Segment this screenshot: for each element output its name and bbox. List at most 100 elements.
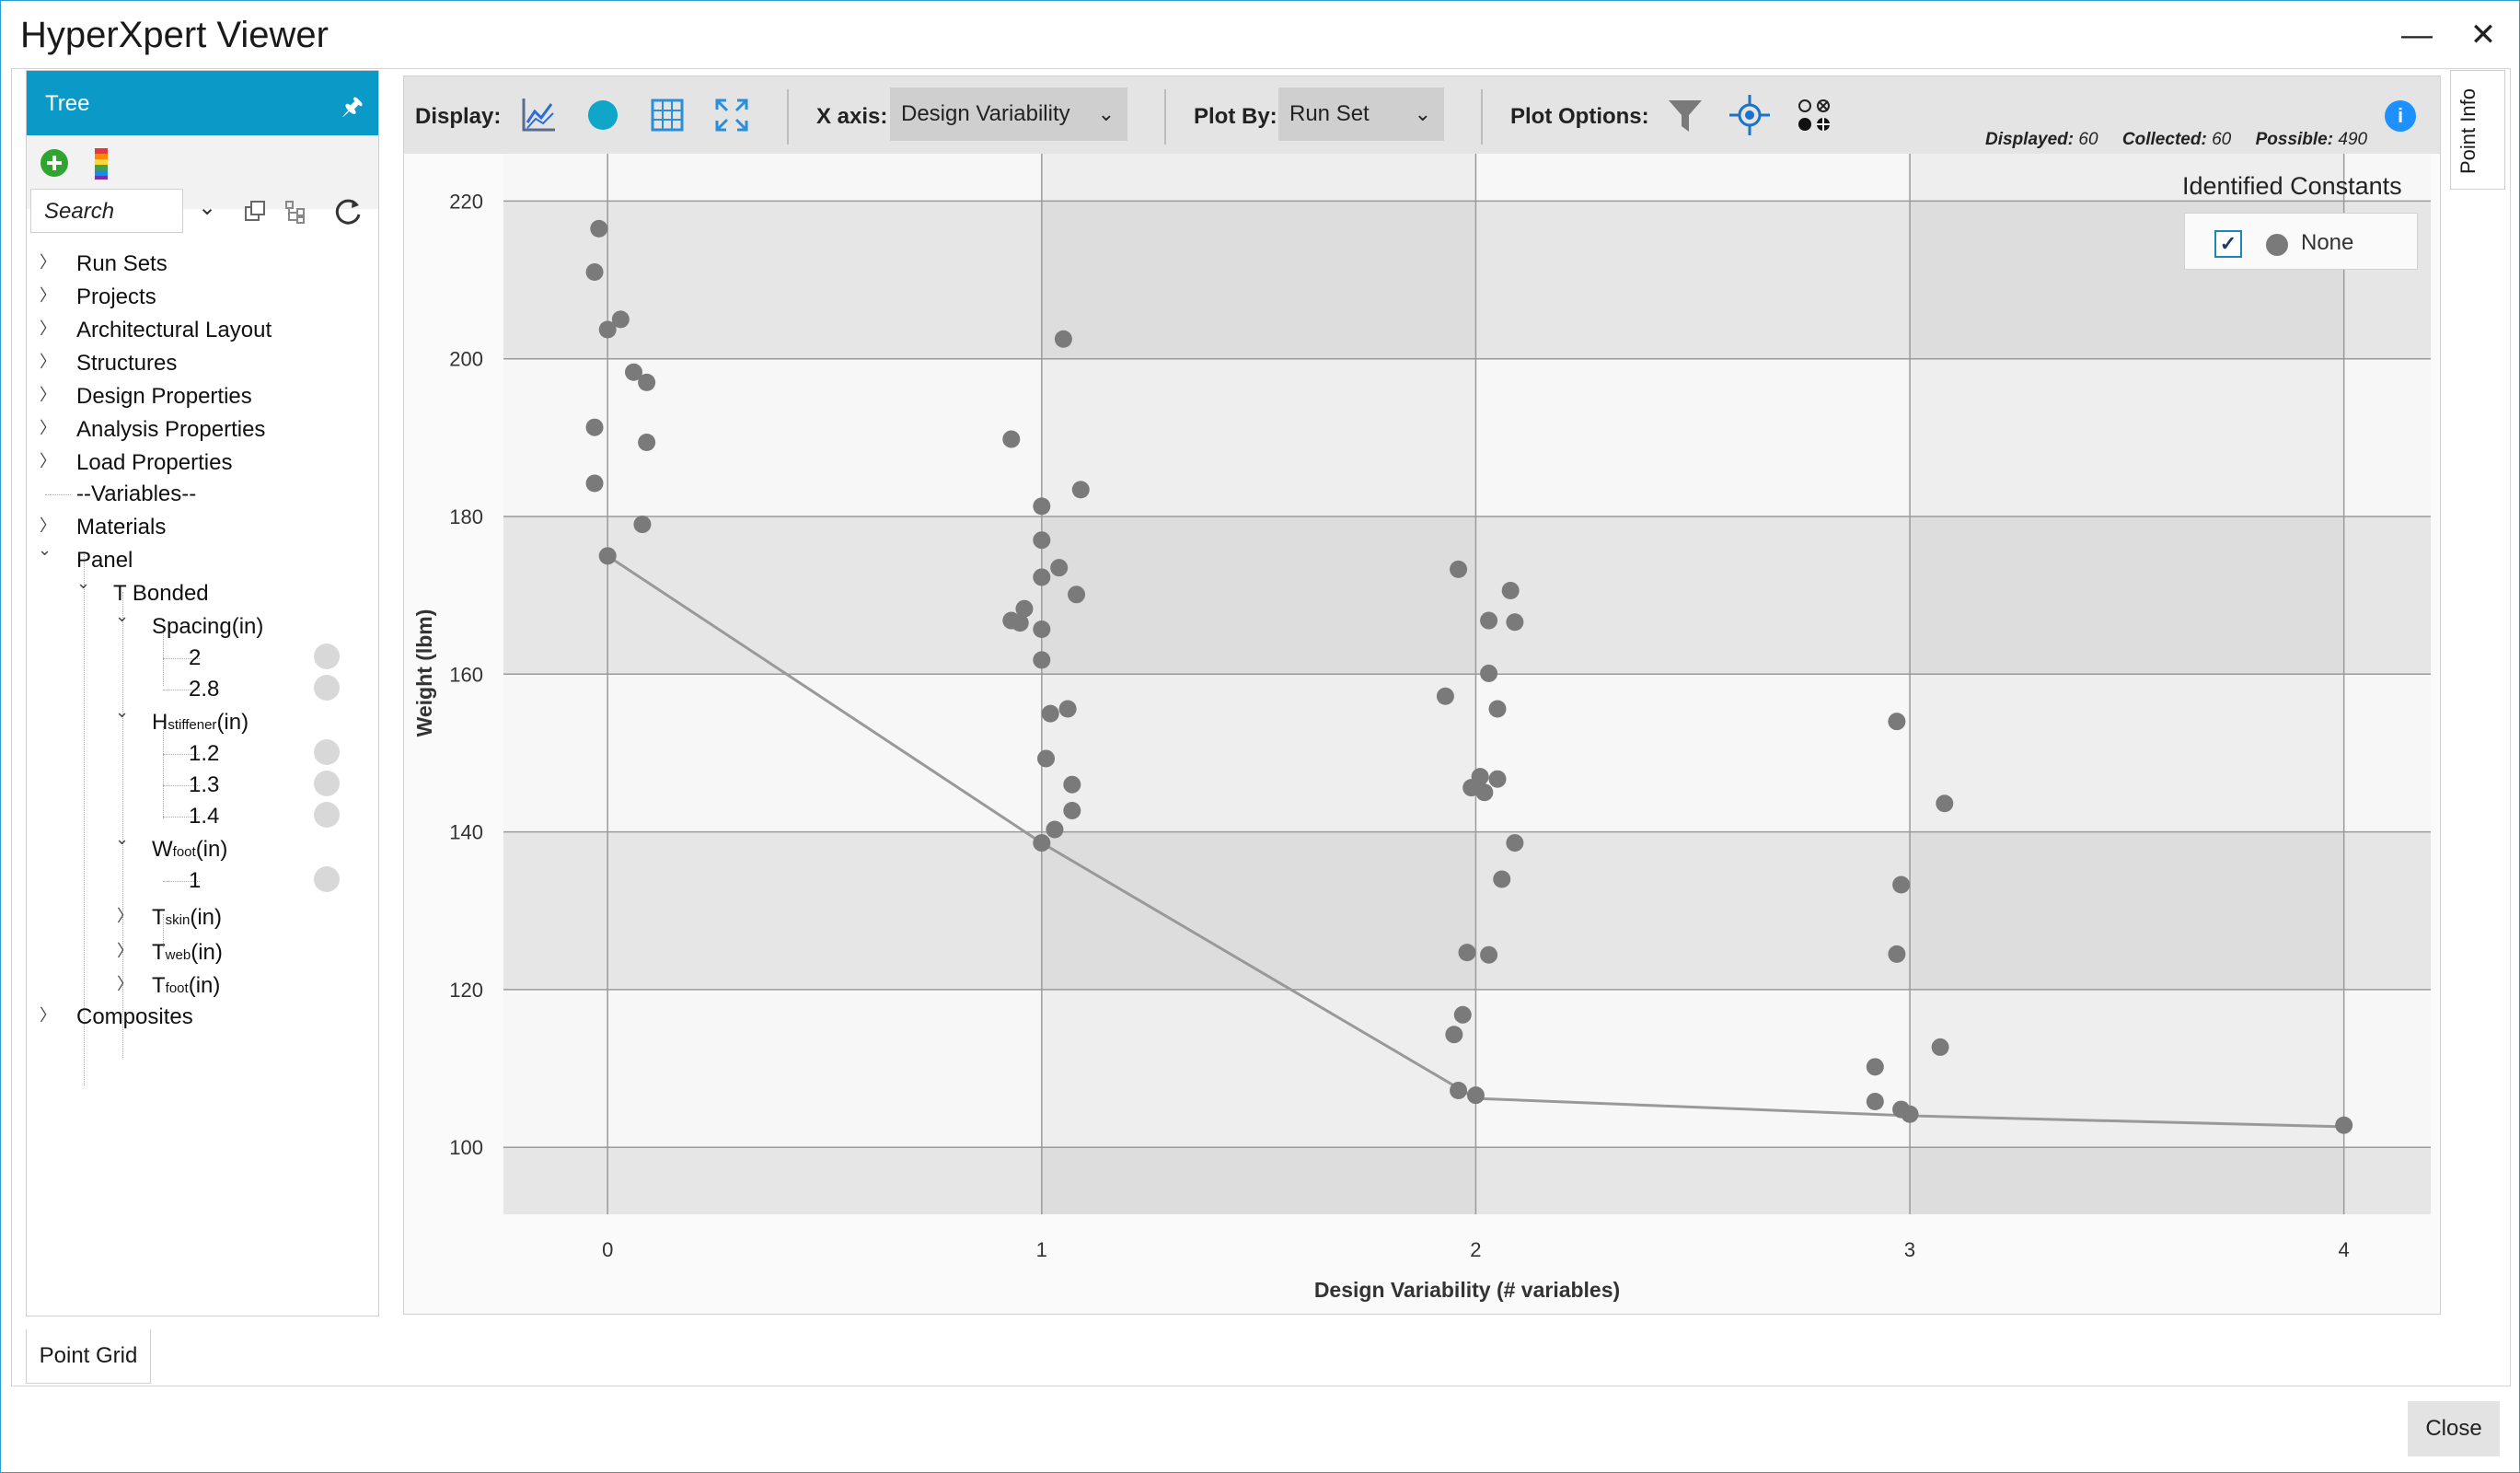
- data-point: [633, 516, 652, 534]
- minimize-button[interactable]: —: [2399, 17, 2435, 53]
- tree-item-run-sets[interactable]: Run Sets: [76, 251, 168, 277]
- data-point: [1488, 700, 1507, 718]
- expand-chevron-icon[interactable]: 〉: [40, 349, 56, 373]
- possible-count: 490: [2338, 130, 2368, 149]
- tree-item-value[interactable]: 1: [189, 868, 201, 894]
- tree-item-t-web[interactable]: Tweb(in): [152, 940, 223, 966]
- tree-item-design-properties[interactable]: Design Properties: [76, 384, 252, 410]
- close-button[interactable]: Close: [2408, 1401, 2500, 1456]
- symbols-icon[interactable]: [1792, 93, 1836, 137]
- expand-chevron-icon[interactable]: 〉: [117, 903, 133, 927]
- tree-item-t-bonded[interactable]: T Bonded: [113, 581, 209, 607]
- data-point: [611, 310, 630, 329]
- tree-item-architectural-layout[interactable]: Architectural Layout: [76, 318, 272, 343]
- tree-item-value[interactable]: 1.4: [189, 804, 219, 829]
- data-point: [1453, 1005, 1472, 1024]
- collapse-chevron-icon[interactable]: ⌄: [76, 574, 90, 593]
- expand-icon[interactable]: [710, 93, 754, 137]
- tree-item-t-skin[interactable]: Tskin(in): [152, 905, 222, 931]
- data-point: [1901, 1105, 1919, 1123]
- collapse-all-icon[interactable]: [244, 200, 268, 224]
- display-label: Display:: [415, 104, 502, 129]
- scatter-chart: 100 120 140 160 180 200 220 0 1 2 3 4 Design Variabi…: [412, 154, 2431, 1302]
- expand-chevron-icon[interactable]: 〉: [40, 513, 56, 537]
- tree-item-value[interactable]: 2: [189, 645, 201, 671]
- toolbar-separator: [1481, 89, 1483, 145]
- tree-item-materials[interactable]: Materials: [76, 515, 166, 540]
- color-dot-icon[interactable]: [314, 771, 340, 796]
- data-point: [1931, 1038, 1949, 1056]
- data-point: [1033, 651, 1051, 669]
- plotby-dropdown[interactable]: Run Set ⌄: [1278, 87, 1444, 141]
- tree-item-value[interactable]: 1.2: [189, 741, 219, 767]
- tree-item-t-foot[interactable]: Tfoot(in): [152, 973, 220, 999]
- data-point: [1892, 876, 1911, 894]
- data-point: [1054, 330, 1072, 348]
- tree-guide: [45, 494, 71, 495]
- xaxis-dropdown[interactable]: Design Variability ⌄: [890, 87, 1127, 141]
- filter-icon[interactable]: [1663, 93, 1707, 137]
- search-input[interactable]: Search: [30, 189, 183, 233]
- tree-item-analysis-properties[interactable]: Analysis Properties: [76, 417, 265, 443]
- tree-item-composites[interactable]: Composites: [76, 1004, 193, 1030]
- expand-chevron-icon[interactable]: 〉: [40, 415, 56, 439]
- expand-chevron-icon[interactable]: 〉: [40, 382, 56, 406]
- plotby-label: Plot By:: [1194, 104, 1277, 129]
- data-point: [1480, 945, 1498, 964]
- tree-item-spacing[interactable]: Spacing(in): [152, 614, 263, 640]
- line-chart-icon[interactable]: [516, 93, 561, 137]
- tree-item-load-properties[interactable]: Load Properties: [76, 450, 232, 476]
- y-tick-label: 180: [449, 505, 483, 528]
- collapse-chevron-icon[interactable]: ⌄: [115, 829, 129, 849]
- expand-chevron-icon[interactable]: 〉: [40, 448, 56, 472]
- color-scale-icon[interactable]: [95, 148, 108, 180]
- add-icon[interactable]: [40, 148, 69, 178]
- window-title: HyperXpert Viewer: [20, 15, 329, 55]
- dot-icon[interactable]: [581, 93, 625, 137]
- expand-chevron-icon[interactable]: 〉: [117, 971, 133, 995]
- expand-chevron-icon[interactable]: 〉: [40, 283, 56, 307]
- pin-icon[interactable]: 🖈: [341, 89, 364, 130]
- expand-chevron-icon[interactable]: 〉: [40, 316, 56, 340]
- collapse-chevron-icon[interactable]: ⌄: [115, 702, 129, 722]
- y-tick-label: 120: [449, 979, 483, 1002]
- plotoptions-label: Plot Options:: [1510, 104, 1649, 129]
- data-point: [1037, 749, 1056, 768]
- tree-item-h-stiffener[interactable]: Hstiffener(in): [152, 710, 249, 736]
- collapse-chevron-icon[interactable]: ⌄: [38, 540, 52, 560]
- grid-icon[interactable]: [645, 93, 689, 137]
- expand-chevron-icon[interactable]: 〉: [117, 938, 133, 962]
- y-tick-label: 140: [449, 821, 483, 844]
- color-dot-icon[interactable]: [314, 675, 340, 701]
- tree-item-projects[interactable]: Projects: [76, 284, 156, 310]
- displayed-count: 60: [2078, 130, 2098, 149]
- point-grid-tab[interactable]: Point Grid: [26, 1329, 151, 1384]
- data-point: [1002, 430, 1021, 448]
- expand-chevron-icon[interactable]: 〉: [40, 1003, 56, 1026]
- expand-chevron-icon[interactable]: 〉: [40, 249, 56, 273]
- point-info-tab[interactable]: Point Info: [2450, 70, 2505, 190]
- legend-checkbox[interactable]: ✓: [2214, 230, 2242, 258]
- tree-item-value[interactable]: 2.8: [189, 677, 219, 702]
- color-dot-icon[interactable]: [314, 644, 340, 669]
- search-dropdown-icon[interactable]: ⌄: [198, 194, 216, 221]
- tree-item-variables[interactable]: --Variables--: [76, 481, 196, 507]
- x-tick-label: 0: [602, 1238, 613, 1261]
- toolbar-separator: [1164, 89, 1166, 145]
- data-point: [1436, 687, 1454, 705]
- info-icon[interactable]: i: [2385, 100, 2416, 132]
- tree-item-panel[interactable]: Panel: [76, 548, 133, 574]
- collapse-chevron-icon[interactable]: ⌄: [115, 607, 129, 626]
- color-dot-icon[interactable]: [314, 802, 340, 828]
- target-icon[interactable]: [1728, 93, 1772, 137]
- close-window-button[interactable]: ✕: [2465, 17, 2502, 53]
- hierarchy-icon[interactable]: [284, 200, 308, 224]
- x-tick-label: 3: [1904, 1238, 1915, 1261]
- data-point: [1050, 559, 1069, 577]
- color-dot-icon[interactable]: [314, 866, 340, 892]
- tree-item-w-foot[interactable]: Wfoot(in): [152, 837, 227, 863]
- tree-item-value[interactable]: 1.3: [189, 772, 219, 798]
- tree-item-structures[interactable]: Structures: [76, 351, 177, 377]
- color-dot-icon[interactable]: [314, 739, 340, 765]
- refresh-icon[interactable]: [332, 196, 364, 227]
